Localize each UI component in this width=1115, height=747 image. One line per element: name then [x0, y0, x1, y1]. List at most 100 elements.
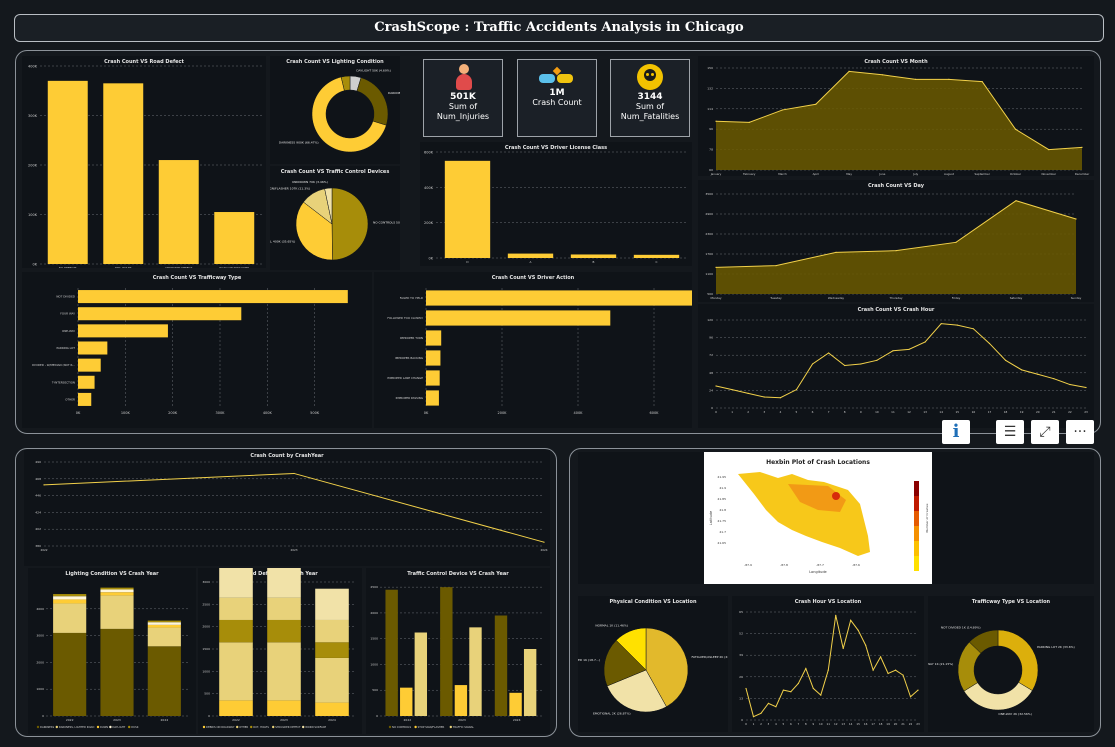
x-tick-label: 4: [775, 722, 777, 726]
x-tick-label: February: [743, 172, 756, 176]
x-tick-label: 11: [826, 722, 830, 726]
more-options-button[interactable]: ···: [1066, 420, 1094, 444]
stacked-bar-segment: [315, 642, 349, 658]
x-tick-label: 6: [790, 722, 792, 726]
data-point: [857, 629, 859, 631]
road-defect-chart[interactable]: Crash Count VS Road Defect 0K 100K 200K 300K…: [22, 56, 266, 270]
series-line: [715, 323, 1087, 399]
hexbin-chart[interactable]: Hexbin Plot of Crash Locations 41.95 41.9 4…: [578, 452, 1094, 584]
data-point: [860, 363, 862, 365]
bar: [444, 160, 491, 258]
y-tick-label: 0: [741, 718, 743, 722]
data-point: [981, 81, 983, 83]
filter-button[interactable]: ☰: [996, 420, 1024, 444]
data-point: [543, 541, 545, 543]
crash-hour-chart[interactable]: Crash Count VS Crash Hour 0 24 48 72 96 120 0 1 2…: [698, 304, 1094, 428]
x-tick-label: 100K: [121, 411, 131, 415]
y-tick-label: 0: [376, 714, 378, 718]
slice-label: FOUR WAY 1K (21.15%): [928, 662, 953, 666]
x-tick-label: 15: [856, 722, 860, 726]
bar: [426, 390, 439, 406]
bar: [426, 290, 692, 306]
colorbar-segment: [914, 556, 919, 571]
legend-marker: [302, 725, 305, 729]
y-tick-label: 0K: [428, 257, 433, 261]
chart-title: Hexbin Plot of Crash Locations: [766, 459, 870, 466]
x-tick-label: 2022: [232, 718, 240, 722]
road-defect-year-chart[interactable]: Road Defect VS Crash Year050010001500200…: [198, 561, 362, 734]
legend-label: RUT, HOLES: [253, 725, 269, 729]
y-tick-label: ONE-WAY: [62, 329, 75, 333]
x-tick-label: 14: [939, 410, 943, 414]
stacked-bar-segment: [53, 632, 87, 716]
lighting-chart[interactable]: Crash Count VS Lighting Condition DAYLIGH…: [270, 56, 441, 164]
data-point: [805, 667, 807, 670]
data-point: [775, 706, 777, 708]
y-tick-label: 96: [709, 336, 713, 340]
x-tick-label: 7: [797, 722, 799, 726]
data-point: [293, 472, 295, 475]
physical-condition-chart[interactable]: Physical Condition VS Location FATIGUED/A…: [556, 596, 738, 732]
x-tick-label: 8: [805, 722, 807, 726]
x-tick-label: 15: [956, 410, 960, 414]
y-tick-label: 1500: [370, 637, 378, 641]
kpi-crash-count[interactable]: 1M Crash Count: [517, 59, 597, 137]
data-point: [1014, 128, 1017, 130]
y-tick-label: 41.85: [717, 497, 726, 501]
x-tick-label: 3: [768, 722, 770, 726]
chart-title: Lighting Condition VS Crash Year: [65, 571, 159, 577]
data-point: [955, 241, 957, 243]
pie-slice: [963, 682, 1033, 711]
x-tick-label: 14: [849, 722, 853, 726]
hour-location-chart[interactable]: Crash Hour VS Location 0 13 26 39 52 65 0 1 2 3 4 5 6…: [732, 596, 924, 732]
y-tick-label: 424: [35, 510, 41, 514]
data-point: [747, 392, 749, 394]
x-tick-label: Sunday: [1071, 296, 1082, 300]
driver-action-chart[interactable]: Crash Count VS Driver Action 0K 200K 400K 60…: [374, 272, 692, 428]
day-chart[interactable]: Crash Count VS Day 500 1100 1700 2300 2900 350…: [698, 180, 1094, 302]
chart-title: Crash Count VS Month: [864, 59, 928, 65]
legend-label: DUSK: [131, 725, 139, 729]
y-tick-label: 41.8: [719, 508, 726, 512]
y-tick-label: 52: [739, 632, 743, 636]
x-tick-label: 1: [753, 722, 755, 726]
bar: [426, 330, 442, 346]
year-chart[interactable]: Crash Count by CrashYear 380 402 424 446 468 4…: [24, 450, 550, 566]
lighting-year-chart[interactable]: Lighting Condition VS Crash Year 0 1000 200…: [28, 568, 196, 734]
bar: [78, 341, 108, 355]
chart-title: Crash Count VS Traffic Control Devices: [281, 169, 390, 175]
bar: [78, 307, 242, 321]
x-tick-label: 2024: [161, 718, 169, 722]
x-tick-label: D: [466, 260, 468, 264]
month-chart[interactable]: Crash Count VS Month 60 78 96 114 132 150 Janua…: [698, 56, 1094, 176]
stacked-bar-segment: [267, 619, 301, 643]
stacked-bar-segment: [53, 603, 87, 633]
license-chart[interactable]: Crash Count VS Driver License Class 0K 200…: [420, 142, 692, 266]
data-point: [775, 265, 777, 267]
y-tick-label: 1000: [202, 669, 210, 673]
traffic-device-year-chart[interactable]: Traffic Control Device VS Crash Year 0 500…: [366, 568, 550, 734]
legend-label: DEBRIS ON ROADWAY: [206, 725, 235, 729]
y-tick-label: 48: [709, 371, 713, 375]
kpi-injuries[interactable]: 501K Sum of Num_Injuries: [423, 59, 503, 137]
info-button[interactable]: i: [942, 420, 970, 444]
stacked-bar-segment: [219, 619, 253, 643]
y-tick-label: IMPROPER LANE CHANGE: [387, 376, 423, 380]
trafficway-location-chart[interactable]: Trafficway Type VS Location PARKING LOT 2…: [918, 596, 1094, 732]
x-tick-label: 23: [916, 722, 920, 726]
stacked-bar-segment: [267, 561, 301, 598]
data-point: [872, 669, 874, 671]
traffic-control-chart[interactable]: Crash Count VS Traffic Control Devices NO…: [247, 166, 418, 270]
y-tick-label: 0K: [32, 263, 37, 267]
kpi-injuries-value: 501K: [450, 92, 476, 102]
trafficway-chart[interactable]: Crash Count VS Trafficway Type 0K 100K 200K…: [22, 272, 372, 428]
expand-button[interactable]: ⤢: [1031, 420, 1059, 444]
data-point: [835, 614, 837, 616]
y-tick-label: 2000: [202, 625, 210, 629]
chart-title: Crash Count VS Road Defect: [104, 59, 184, 65]
bar: [385, 589, 398, 716]
chart-title: Crash Count VS Trafficway Type: [153, 275, 242, 281]
y-tick-label: FOLLOWED TOO CLOSELY: [387, 316, 423, 320]
x-tick-label: 2023: [280, 718, 288, 722]
kpi-fatalities[interactable]: 3144 Sum of Num_Fatalities: [610, 59, 690, 137]
